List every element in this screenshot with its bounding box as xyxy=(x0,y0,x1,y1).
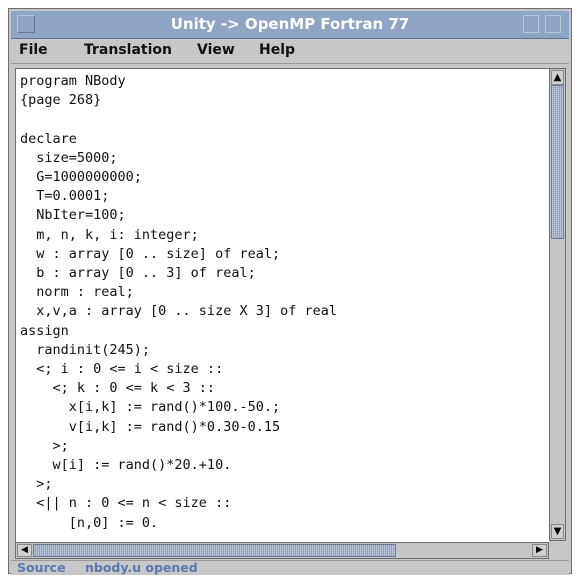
code-line: {page 268} xyxy=(20,92,102,109)
source-code: program NBody {page 268} declare size=50… xyxy=(20,72,337,533)
code-line: T=0.0001; xyxy=(20,188,110,205)
code-line: w : array [0 .. size] of real; xyxy=(20,245,281,262)
code-line: b : array [0 .. 3] of real; xyxy=(20,265,256,282)
scrollbar-corner xyxy=(549,542,566,559)
minimize-button[interactable] xyxy=(523,15,539,33)
code-line: <|| n : 0 <= n < size :: xyxy=(20,495,232,512)
menu-translation[interactable]: Translation xyxy=(84,42,172,58)
scroll-up-arrow-icon[interactable]: ▲ xyxy=(551,70,564,85)
code-line: G=1000000000; xyxy=(20,169,142,186)
source-text-area[interactable]: program NBody {page 268} declare size=50… xyxy=(15,68,551,543)
status-bar: Source nbody.u opened xyxy=(11,560,569,575)
status-message: nbody.u opened xyxy=(85,560,198,575)
maximize-button[interactable] xyxy=(545,15,561,33)
horizontal-scrollbar[interactable]: ◀ ▶ xyxy=(15,542,549,559)
app-window: Unity -> OpenMP Fortran 77 File Translat… xyxy=(8,8,572,575)
menu-help[interactable]: Help xyxy=(259,42,295,58)
status-mode: Source xyxy=(17,560,66,575)
code-line: program NBody xyxy=(20,73,126,89)
code-line: declare xyxy=(20,130,77,147)
menu-view[interactable]: View xyxy=(197,42,235,58)
code-line: >; xyxy=(20,437,69,454)
scroll-right-arrow-icon[interactable]: ▶ xyxy=(532,544,547,557)
title-bar[interactable]: Unity -> OpenMP Fortran 77 xyxy=(11,11,569,39)
code-line: w[i] := rand()*20.+10. xyxy=(20,457,232,474)
menu-bar: File Translation View Help xyxy=(11,39,569,64)
code-line: [n,0] := 0. xyxy=(20,514,159,531)
code-line: v[i,k] := rand()*0.30-0.15 xyxy=(20,418,281,435)
code-line: norm : real; xyxy=(20,284,134,301)
code-line: x,v,a : array [0 .. size X 3] of real xyxy=(20,303,337,320)
vertical-scrollbar[interactable]: ▲ ▼ xyxy=(549,68,566,541)
code-line: x[i,k] := rand()*100.-50.; xyxy=(20,399,281,416)
code-line: NbIter=100; xyxy=(20,207,126,224)
menu-file[interactable]: File xyxy=(19,42,48,58)
code-line: randinit(245); xyxy=(20,341,151,358)
code-line: <; k : 0 <= k < 3 :: xyxy=(20,380,216,397)
horizontal-scroll-thumb[interactable] xyxy=(33,544,396,557)
code-line: size=5000; xyxy=(20,149,118,166)
code-line: m, n, k, i: integer; xyxy=(20,226,199,243)
code-line: <; i : 0 <= i < size :: xyxy=(20,361,224,378)
code-line: >; xyxy=(20,476,53,493)
scroll-left-arrow-icon[interactable]: ◀ xyxy=(17,544,32,557)
code-line: assign xyxy=(20,322,69,339)
scroll-down-arrow-icon[interactable]: ▼ xyxy=(551,524,564,539)
vertical-scroll-thumb[interactable] xyxy=(551,85,564,239)
window-title: Unity -> OpenMP Fortran 77 xyxy=(170,15,410,33)
